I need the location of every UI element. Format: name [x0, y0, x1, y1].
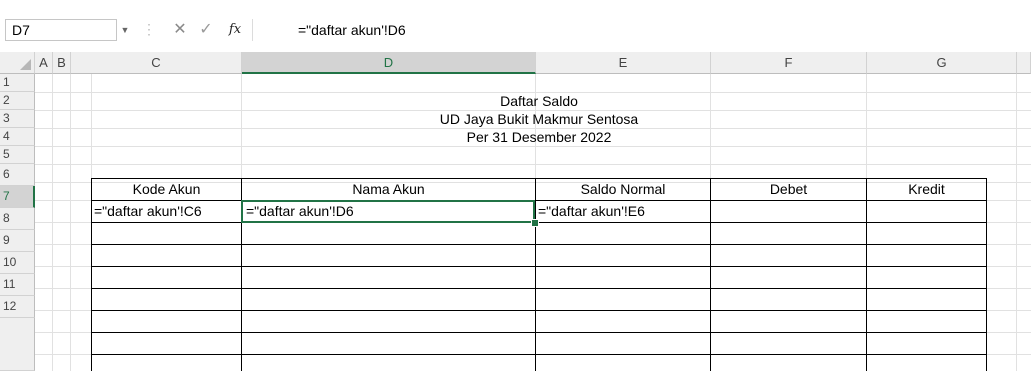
column-header-a[interactable]: A	[35, 52, 53, 74]
sheet-title: Daftar Saldo	[500, 93, 578, 109]
column-header-g[interactable]: G	[867, 52, 1017, 74]
header-kredit: Kredit	[908, 181, 945, 197]
row-header-5[interactable]: 5	[0, 146, 35, 164]
row-header-13[interactable]	[0, 318, 35, 371]
row-header-7[interactable]: 7	[0, 186, 35, 208]
row-header-1[interactable]: 1	[0, 74, 35, 92]
fill-handle[interactable]	[531, 219, 539, 227]
period-label: Per 31 Desember 2022	[466, 129, 612, 145]
cancel-icon[interactable]: ✕	[168, 19, 192, 41]
row-header-11[interactable]: 11	[0, 274, 35, 296]
header-nama-akun: Nama Akun	[352, 181, 425, 197]
worksheet-grid[interactable]: A B C D E F G 1 2 3 4 5 6 7 8 9 10 11 12…	[0, 52, 1031, 371]
row-header-9[interactable]: 9	[0, 230, 35, 252]
column-header-h[interactable]	[1017, 52, 1031, 74]
formula-text: ="daftar akun'!D6	[298, 22, 406, 38]
name-box-dropdown-icon[interactable]: ▼	[118, 19, 132, 41]
column-header-e[interactable]: E	[536, 52, 711, 74]
column-header-b[interactable]: B	[53, 52, 71, 74]
row-header-12[interactable]: 12	[0, 296, 35, 318]
enter-icon[interactable]: ✓	[194, 19, 218, 41]
row-header-8[interactable]: 8	[0, 208, 35, 230]
row-header-3[interactable]: 3	[0, 110, 35, 128]
formula-bar-separator: ⋮	[142, 21, 156, 37]
header-kode-akun: Kode Akun	[132, 181, 201, 197]
header-debet: Debet	[769, 181, 808, 197]
name-box[interactable]: D7	[5, 19, 117, 41]
insert-function-icon[interactable]: fx	[222, 19, 248, 41]
cell-e7[interactable]: ="daftar akun'!E6	[535, 201, 645, 222]
row-header-2[interactable]: 2	[0, 92, 35, 110]
header-saldo-normal: Saldo Normal	[580, 181, 666, 197]
company-name: UD Jaya Bukit Makmur Sentosa	[439, 111, 639, 127]
column-header-c[interactable]: C	[71, 52, 242, 74]
column-header-f[interactable]: F	[711, 52, 867, 74]
active-cell-selection[interactable]	[241, 200, 535, 223]
formula-bar: D7 ▼ ⋮ ✕ ✓ fx ="daftar akun'!D6	[0, 0, 1031, 46]
column-header-d[interactable]: D	[242, 52, 536, 74]
row-header-4[interactable]: 4	[0, 128, 35, 146]
row-header-6[interactable]: 6	[0, 164, 35, 186]
cell-c7[interactable]: ="daftar akun'!C6	[91, 201, 202, 222]
row-header-10[interactable]: 10	[0, 252, 35, 274]
select-all-corner[interactable]	[0, 52, 35, 74]
